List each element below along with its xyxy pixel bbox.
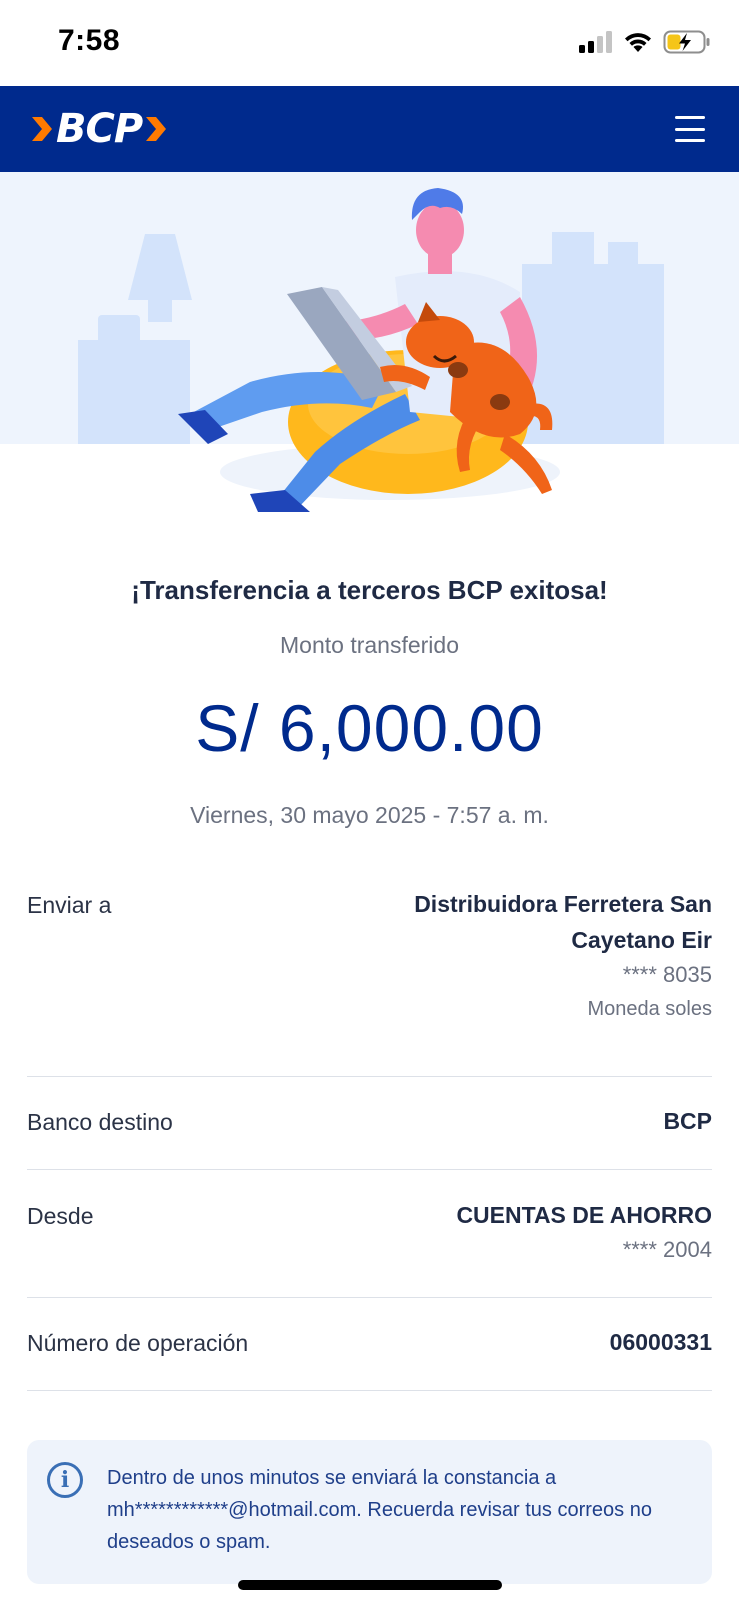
app-header: BCP — [0, 86, 739, 172]
hamburger-menu-icon[interactable] — [675, 116, 705, 142]
recipient-account: **** 8035 — [622, 962, 712, 987]
from-label: Desde — [27, 1203, 94, 1229]
success-title: ¡Transferencia a terceros BCP exitosa! — [131, 575, 608, 605]
logo-text: BCP — [56, 106, 143, 152]
operation-label: Número de operación — [27, 1330, 249, 1356]
person-with-dog-illustration — [78, 188, 664, 512]
wifi-icon — [625, 33, 651, 52]
detail-row-bank: Banco destino BCP — [27, 1077, 712, 1170]
status-time: 7:58 — [58, 24, 121, 57]
recipient-currency: Moneda soles — [587, 998, 712, 1020]
status-bar: 7:58 — [0, 0, 739, 86]
success-illustration — [0, 172, 739, 532]
logo-chevron-left-icon — [32, 117, 52, 141]
detail-row-send-to: Enviar a Distribuidora Ferretera San Cay… — [27, 890, 712, 1077]
email-notice-text: Dentro de unos minutos se enviará la con… — [107, 1467, 652, 1553]
transfer-details: Enviar a Distribuidora Ferretera San Cay… — [27, 890, 712, 1391]
bank-label: Banco destino — [27, 1109, 173, 1135]
logo-chevron-right-icon — [146, 117, 167, 141]
signal-icon — [579, 31, 612, 53]
home-indicator[interactable] — [238, 1580, 502, 1590]
detail-row-from: Desde CUENTAS DE AHORRO **** 2004 — [27, 1170, 712, 1298]
transfer-datetime: Viernes, 30 mayo 2025 - 7:57 a. m. — [190, 802, 549, 828]
recipient-name-line1: Distribuidora Ferretera San — [414, 891, 712, 917]
from-values: CUENTAS DE AHORRO **** 2004 — [456, 1197, 712, 1267]
status-icons — [579, 30, 711, 54]
send-to-values: Distribuidora Ferretera San Cayetano Eir… — [414, 886, 712, 1026]
recipient-name-line2: Cayetano Eir — [571, 927, 712, 953]
send-to-label: Enviar a — [27, 892, 112, 918]
from-account-number: **** 2004 — [622, 1237, 712, 1262]
detail-row-operation: Número de operación 06000331 — [27, 1298, 712, 1391]
operation-number: 06000331 — [609, 1329, 712, 1355]
bank-values: BCP — [663, 1103, 712, 1139]
from-account-type: CUENTAS DE AHORRO — [456, 1202, 712, 1228]
info-icon: i — [47, 1462, 83, 1498]
battery-charging-icon — [663, 30, 710, 54]
amount-label: Monto transferido — [280, 632, 459, 658]
bank-value: BCP — [663, 1108, 712, 1134]
amount-value: S/ 6,000.00 — [195, 691, 544, 765]
operation-values: 06000331 — [610, 1324, 712, 1360]
email-notice-box: i Dentro de unos minutos se enviará la c… — [27, 1440, 712, 1584]
bcp-logo[interactable]: BCP — [30, 104, 168, 154]
